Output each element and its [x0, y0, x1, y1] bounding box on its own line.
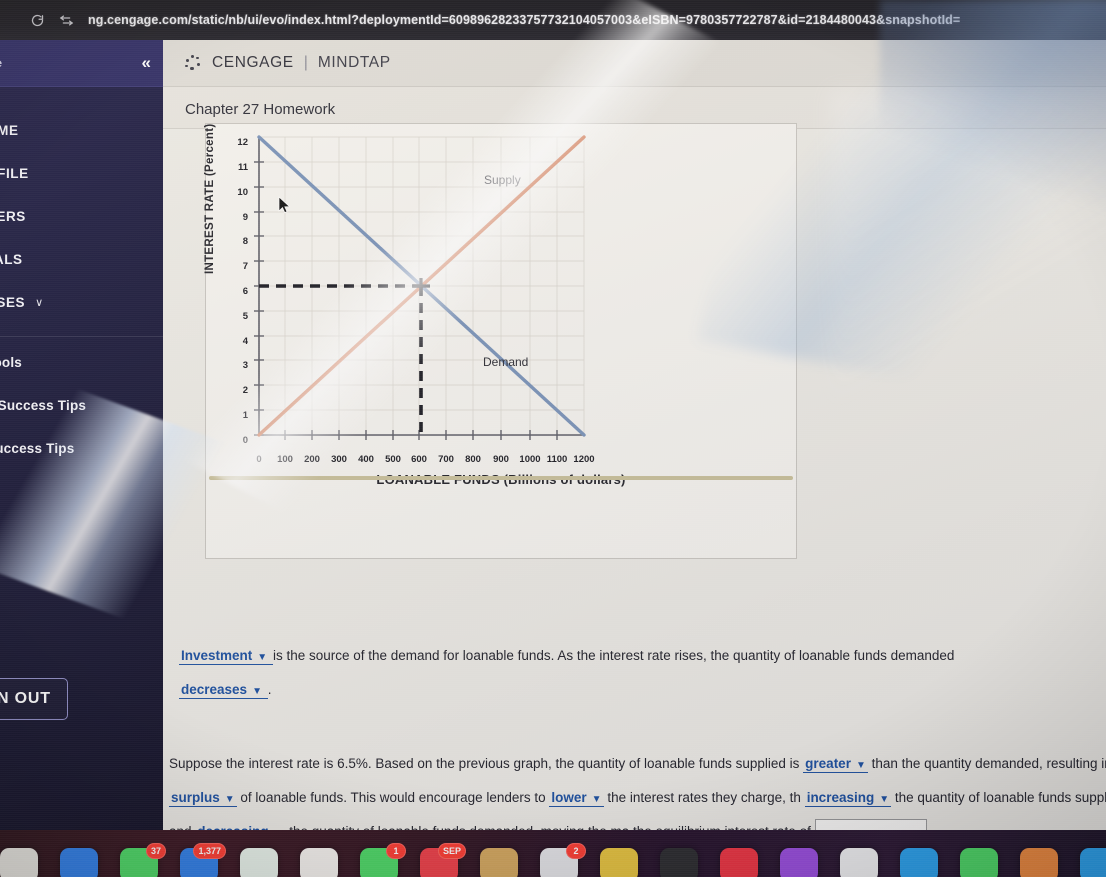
app-weather[interactable] [1080, 848, 1106, 877]
dropdown-value: surplus [171, 790, 220, 805]
graph-canvas: INTEREST RATE (Percent) LOANABLE FUNDS (… [204, 124, 796, 558]
app-facetime[interactable] [960, 848, 998, 877]
question-text-run: Suppose the interest rate is 6.5%. Based… [169, 756, 804, 771]
sidebar-item-label: OFILE [0, 166, 29, 181]
sidebar-item-profile[interactable]: OFILE [0, 152, 163, 195]
app-notes[interactable] [480, 848, 518, 877]
question-text-run: of loanable funds. This would encourage … [236, 790, 550, 805]
question-paragraph-1: Investment ▼ is the source of the demand … [169, 640, 1106, 708]
app-calendar[interactable]: SEP [420, 843, 466, 877]
app-badge: 2 [566, 843, 586, 859]
supply-curve-label: Supply [484, 173, 521, 187]
app-settings[interactable]: 2 [540, 843, 586, 877]
app-reminders[interactable] [600, 848, 638, 877]
question-paragraph-2: Suppose the interest rate is 6.5%. Based… [169, 748, 1106, 830]
address-bar-url[interactable]: ng.cengage.com/static/nb/ui/evo/index.ht… [88, 13, 960, 27]
brand-cengage: CENGAGE [212, 54, 294, 71]
app-badge: SEP [437, 843, 466, 859]
app-safari[interactable] [60, 848, 98, 877]
sidebar-item-courses[interactable]: RSES ∨ [0, 281, 163, 324]
chevron-down-icon: ▼ [591, 794, 602, 805]
tab-switcher-icon[interactable] [59, 13, 74, 28]
dropdown-value: Investment [181, 648, 253, 663]
question-body: Investment ▼ is the source of the demand … [169, 640, 1106, 830]
equilibrium-rate-input[interactable]: % [814, 819, 927, 830]
dropdown-surplus[interactable]: surplus ▼ [169, 790, 237, 807]
dropdown-value: greater [805, 756, 851, 771]
chevron-down-icon: ▼ [257, 652, 268, 663]
sidebar-item-label: TALS [0, 252, 23, 267]
dropdown-decreases[interactable]: decreases ▼ [179, 682, 268, 699]
chevron-down-icon: ▼ [879, 794, 890, 805]
app-youtube[interactable] [720, 848, 758, 877]
sidebar-item-label: RSES [0, 295, 26, 310]
dropdown-value: decreases [181, 682, 248, 697]
reload-icon[interactable] [30, 13, 45, 28]
sidebar-item-success-tips[interactable]: Success Tips [0, 427, 163, 470]
dropdown-greater[interactable]: greater ▼ [803, 756, 868, 773]
mindtap-header: CENGAGE | MINDTAP [163, 40, 1106, 87]
device-dock: 37 1,377 1 SEP 2 [0, 830, 1106, 877]
dropdown-investment[interactable]: Investment ▼ [179, 648, 273, 665]
app-dark[interactable] [660, 848, 698, 877]
app-photos[interactable] [300, 848, 338, 877]
app-badge: 1 [386, 843, 406, 859]
cengage-logo-icon [185, 54, 202, 72]
app-podcasts[interactable] [780, 848, 818, 877]
sidebar-header: ge « [0, 40, 163, 87]
graph-svg [254, 135, 586, 440]
app-appstore[interactable] [900, 848, 938, 877]
sidebar-item-label: DERS [0, 209, 26, 224]
question-text-run: . [267, 682, 272, 697]
app-messages[interactable]: 37 [120, 843, 166, 877]
app-1[interactable] [0, 848, 38, 877]
question-text-run: is the source of the demand for loanable… [272, 648, 955, 663]
sidebar-item-online-success-tips[interactable]: e Success Tips [0, 384, 163, 427]
sidebar-navigation: ge « OME OFILE DERS TALS RSES ∨ Tools e … [0, 40, 163, 830]
app-badge: 37 [145, 843, 166, 859]
sidebar-item-tools[interactable]: Tools [0, 341, 163, 384]
sidebar-divider [0, 336, 163, 337]
sign-out-button[interactable]: N OUT [0, 678, 68, 720]
chevron-down-icon: ▼ [855, 760, 866, 771]
chevron-down-icon: ▼ [224, 794, 235, 805]
section-divider [209, 476, 793, 480]
sidebar-item-label: OME [0, 123, 19, 138]
brand-mindtap: MINDTAP [317, 54, 391, 71]
demand-curve-label: Demand [483, 355, 529, 369]
dropdown-value: increasing [806, 790, 875, 805]
app-news[interactable] [840, 848, 878, 877]
sidebar-primary-items: OME OFILE DERS TALS RSES ∨ Tools e Succe… [0, 87, 163, 470]
browser-toolbar: ng.cengage.com/static/nb/ui/evo/index.ht… [0, 0, 1106, 40]
dropdown-increasing[interactable]: increasing ▼ [804, 790, 892, 807]
app-maps[interactable] [240, 848, 278, 877]
sidebar-collapse-icon[interactable]: « [142, 53, 152, 73]
question-text-run: than the quantity demanded, resulting in… [867, 756, 1106, 771]
app-mail[interactable]: 1,377 [180, 843, 226, 877]
content-page: CENGAGE | MINDTAP Chapter 27 Homework IN… [163, 40, 1106, 830]
sign-out-container: N OUT [0, 678, 68, 720]
sidebar-item-orders[interactable]: DERS [0, 195, 163, 238]
mouse-cursor-icon [278, 196, 291, 219]
chevron-down-icon: ▼ [252, 686, 262, 697]
brand-separator: | [303, 54, 308, 71]
sidebar-item-home[interactable]: OME [0, 109, 163, 152]
app-badge: 1,377 [193, 843, 226, 859]
dropdown-lower[interactable]: lower ▼ [549, 790, 604, 807]
chevron-down-icon[interactable]: ∨ [35, 296, 44, 309]
sidebar-brand-partial: ge [0, 56, 2, 70]
dropdown-value: lower [551, 790, 587, 805]
dock-app-row: 37 1,377 1 SEP 2 [0, 843, 1106, 877]
graph-card: INTEREST RATE (Percent) LOANABLE FUNDS (… [204, 123, 797, 559]
percent-unit-label: % [910, 821, 921, 830]
app-phone[interactable]: 1 [360, 843, 406, 877]
app-music[interactable] [1020, 848, 1058, 877]
question-text-run: the interest rates they charge, th [603, 790, 801, 805]
sidebar-item-rentals[interactable]: TALS [0, 238, 163, 281]
device-screen-photo: ng.cengage.com/static/nb/ui/evo/index.ht… [0, 0, 1106, 877]
